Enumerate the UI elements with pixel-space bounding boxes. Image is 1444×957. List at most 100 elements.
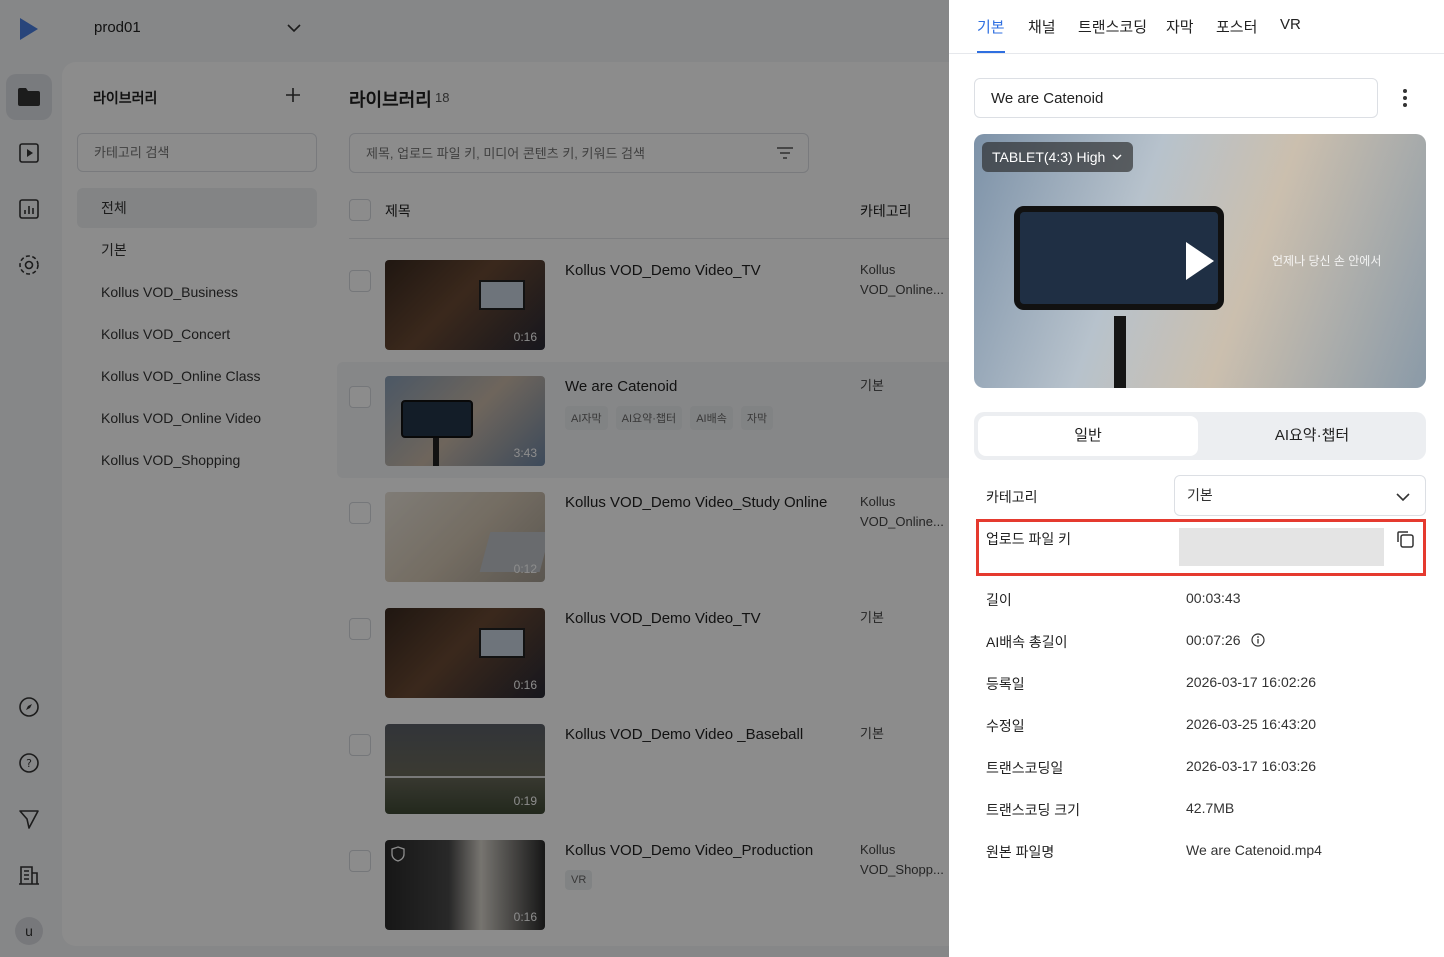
- video-thumbnail[interactable]: 0:16: [385, 608, 545, 698]
- video-nav-icon[interactable]: [6, 130, 52, 176]
- environment-selector[interactable]: prod01: [94, 19, 141, 36]
- add-category-icon[interactable]: [284, 86, 302, 104]
- logo-icon[interactable]: [20, 18, 38, 40]
- row-checkbox[interactable]: [349, 502, 371, 524]
- category-select[interactable]: 기본: [1174, 475, 1426, 516]
- help-icon[interactable]: ?: [6, 740, 52, 786]
- video-category: 기본: [860, 724, 960, 744]
- chevron-down-icon: [1396, 493, 1410, 502]
- tag-badge: 자막: [740, 406, 774, 430]
- tag-badge: AI자막: [565, 406, 608, 430]
- more-vertical-icon[interactable]: [1399, 86, 1411, 110]
- video-title[interactable]: Kollus VOD_Demo Video_TV: [565, 262, 761, 279]
- tab-basic[interactable]: 기본: [977, 16, 1005, 53]
- video-player[interactable]: TABLET(4:3) High 언제나 당신 손 안에서: [974, 134, 1426, 388]
- nav-rail: ? u: [0, 0, 58, 957]
- table-row-selected[interactable]: 3:43 We are Catenoid AI자막 AI요약·챕터 AI배속 자…: [337, 362, 962, 478]
- video-category-line: Kollus: [860, 262, 896, 277]
- tab-subtitle[interactable]: 자막: [1166, 16, 1194, 51]
- play-icon[interactable]: [1186, 242, 1214, 280]
- upload-key-label: 업로드 파일 키: [986, 531, 1072, 547]
- tab-vr[interactable]: VR: [1280, 16, 1301, 47]
- length-label: 길이: [986, 592, 1012, 608]
- select-all-checkbox[interactable]: [349, 199, 371, 221]
- video-thumbnail[interactable]: 0:16: [385, 260, 545, 350]
- tab-transcoding[interactable]: 트랜스코딩: [1078, 16, 1147, 51]
- tag-badge: AI배속: [690, 406, 733, 430]
- video-category-line: 기본: [860, 378, 884, 393]
- main-panel: 라이브러리 전체 기본 Kollus VOD_Business Kollus V…: [62, 62, 962, 946]
- tab-poster[interactable]: 포스터: [1216, 16, 1257, 51]
- category-label: 카테고리: [986, 489, 1038, 505]
- library-search-input[interactable]: [349, 133, 809, 173]
- category-item[interactable]: 기본: [77, 230, 317, 270]
- category-item[interactable]: Kollus VOD_Shopping: [77, 440, 317, 480]
- category-item[interactable]: Kollus VOD_Online Class: [77, 356, 317, 396]
- duration: 3:43: [513, 446, 537, 460]
- stats-nav-icon[interactable]: [6, 186, 52, 232]
- library-nav-icon[interactable]: [6, 74, 52, 120]
- category-item[interactable]: Kollus VOD_Concert: [77, 314, 317, 354]
- video-category-line: VOD_Shopp...: [860, 862, 944, 877]
- column-category: 카테고리: [860, 203, 912, 219]
- transcoded-value: 2026-03-17 16:03:26: [1186, 758, 1316, 774]
- row-checkbox[interactable]: [349, 734, 371, 756]
- send-icon[interactable]: [6, 796, 52, 842]
- row-checkbox[interactable]: [349, 270, 371, 292]
- filter-icon[interactable]: [776, 145, 794, 161]
- chevron-down-icon: [1112, 154, 1122, 160]
- title-input[interactable]: [974, 78, 1378, 118]
- player-stand: [1114, 316, 1126, 388]
- video-category: 기본: [860, 608, 960, 628]
- modified-label: 수정일: [986, 718, 1025, 734]
- video-category: Kollus VOD_Online...: [860, 260, 960, 300]
- video-category-line: Kollus: [860, 842, 896, 857]
- settings-nav-icon[interactable]: [6, 242, 52, 288]
- column-title: 제목: [385, 203, 411, 219]
- upload-key-value: [1179, 528, 1384, 566]
- avatar[interactable]: u: [15, 917, 43, 945]
- video-title[interactable]: Kollus VOD_Demo Video_TV: [565, 610, 761, 627]
- row-checkbox[interactable]: [349, 618, 371, 640]
- segment-ai-summary[interactable]: AI요약·챕터: [1202, 416, 1422, 456]
- table-row[interactable]: 0:16 Kollus VOD_Demo Video_Production VR…: [337, 826, 962, 942]
- video-thumbnail[interactable]: 3:43: [385, 376, 545, 466]
- tab-channel[interactable]: 채널: [1028, 16, 1056, 51]
- video-thumbnail[interactable]: 0:12: [385, 492, 545, 582]
- chevron-down-icon[interactable]: [286, 20, 302, 36]
- transcode-size-label: 트랜스코딩 크기: [986, 802, 1081, 818]
- category-select-value: 기본: [1187, 487, 1213, 503]
- table-row[interactable]: 0:12 Kollus VOD_Demo Video_Study Online …: [337, 478, 962, 594]
- video-thumbnail[interactable]: 0:19: [385, 724, 545, 814]
- video-title[interactable]: Kollus VOD_Demo Video_Production: [565, 842, 813, 859]
- table-row[interactable]: 0:19 Kollus VOD_Demo Video _Baseball 기본: [337, 710, 962, 826]
- video-category-line: VOD_Online...: [860, 514, 944, 529]
- table-row[interactable]: 0:16 Kollus VOD_Demo Video_TV 기본: [337, 594, 962, 710]
- row-checkbox[interactable]: [349, 850, 371, 872]
- table-row[interactable]: 0:16 Kollus VOD_Demo Video_TV Kollus VOD_…: [337, 246, 962, 362]
- video-title[interactable]: Kollus VOD_Demo Video _Baseball: [565, 726, 803, 743]
- video-title[interactable]: We are Catenoid: [565, 378, 677, 395]
- category-item[interactable]: Kollus VOD_Online Video: [77, 398, 317, 438]
- svg-text:?: ?: [26, 757, 32, 770]
- length-value: 00:03:43: [1186, 590, 1241, 606]
- transcode-size-value: 42.7MB: [1186, 800, 1235, 816]
- registered-label: 등록일: [986, 676, 1025, 692]
- category-search-input[interactable]: [77, 133, 317, 172]
- copy-icon[interactable]: [1395, 529, 1415, 549]
- video-title[interactable]: Kollus VOD_Demo Video_Study Online: [565, 494, 827, 511]
- info-icon[interactable]: [1251, 633, 1265, 647]
- row-checkbox[interactable]: [349, 386, 371, 408]
- video-category-line: 기본: [860, 726, 884, 741]
- compass-icon[interactable]: [6, 684, 52, 730]
- category-item[interactable]: Kollus VOD_Business: [77, 272, 317, 312]
- video-category-line: Kollus: [860, 494, 896, 509]
- registered-value: 2026-03-17 16:02:26: [1186, 674, 1316, 690]
- category-item-all[interactable]: 전체: [77, 188, 317, 228]
- segment-general[interactable]: 일반: [978, 416, 1198, 456]
- video-thumbnail[interactable]: 0:16: [385, 840, 545, 930]
- modified-value: 2026-03-25 16:43:20: [1186, 716, 1316, 732]
- building-icon[interactable]: [6, 852, 52, 898]
- quality-selector[interactable]: TABLET(4:3) High: [982, 142, 1134, 172]
- segment-control: 일반 AI요약·챕터: [974, 412, 1426, 460]
